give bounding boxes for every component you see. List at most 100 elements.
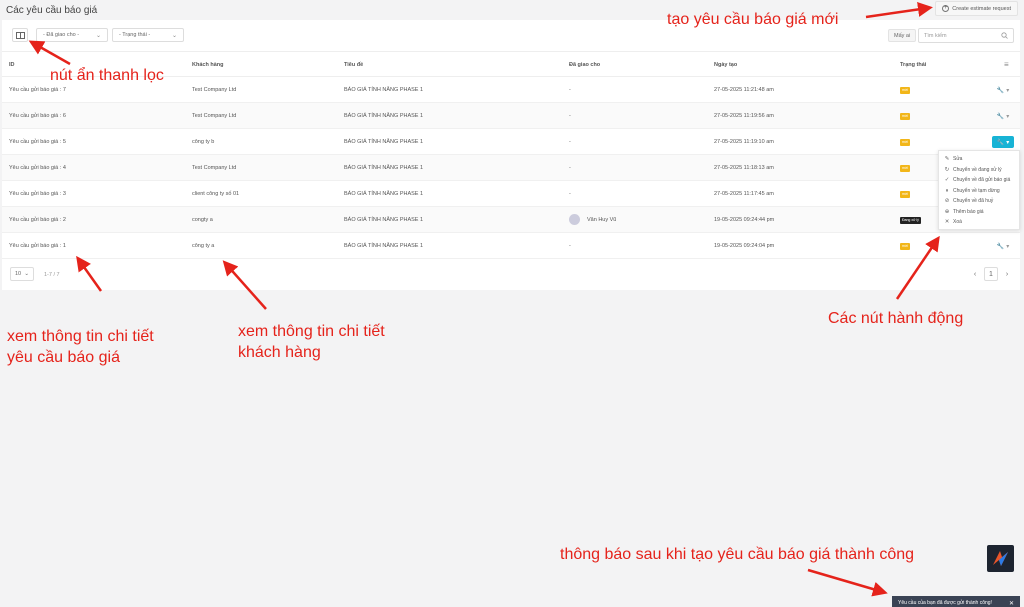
create-estimate-label: Create estimate request (952, 5, 1011, 12)
wrench-icon: 🔧 (996, 87, 1005, 94)
status-filter-value: - Trạng thái - (119, 32, 151, 38)
check-circle-icon: ✓ (944, 177, 950, 184)
client-link[interactable]: công ty b (192, 139, 214, 145)
request-id-link[interactable]: Yêu cầu gửi báo giá : 3 (9, 191, 66, 197)
assigned-to: - (569, 243, 571, 249)
avatar (569, 214, 580, 225)
refresh-icon: ↻ (944, 166, 950, 173)
request-id-link[interactable]: Yêu cầu gửi báo giá : 6 (9, 113, 66, 119)
caret-down-icon: ▾ (1006, 243, 1010, 250)
col-id[interactable]: ID (9, 62, 15, 68)
cancel-circle-icon: ⊘ (944, 198, 950, 205)
search-placeholder: Tìm kiếm (924, 32, 947, 39)
menu-item-add-estimate[interactable]: ⊕ Thêm báo giá (939, 207, 1019, 218)
request-id-link[interactable]: Yêu cầu gửi báo giá : 7 (9, 87, 66, 93)
wrench-icon: 🔧 (996, 139, 1005, 146)
col-title[interactable]: Tiêu đề (344, 62, 363, 68)
menu-item-delete[interactable]: ✕ Xoá (939, 217, 1019, 228)
col-client[interactable]: Khách hàng (192, 62, 223, 68)
menu-item-processing[interactable]: ↻ Chuyển về đang xử lý (939, 165, 1019, 176)
chevron-down-icon: ⌄ (24, 271, 29, 277)
client-link[interactable]: Test Company Ltd (192, 87, 236, 93)
edit-icon: ✎ (944, 156, 950, 163)
chevron-right-icon: › (1005, 270, 1009, 278)
menu-item-edit[interactable]: ✎ Sửa (939, 154, 1019, 165)
caret-down-icon: ▾ (1006, 113, 1010, 120)
menu-item-label: Thêm báo giá (953, 208, 984, 215)
request-title: BÁO GIÁ TÍNH NĂNG PHASE 1 (344, 87, 424, 93)
row-action-button[interactable]: 🔧 ▾ (992, 110, 1014, 122)
menu-item-sent[interactable]: ✓ Chuyển về đã gửi báo giá (939, 175, 1019, 186)
assigned-to[interactable]: Văn Huy Vũ (587, 217, 616, 223)
menu-item-label: Sửa (953, 156, 963, 163)
assignee-filter-dropdown[interactable]: - Đã giao cho - ⌄ (36, 28, 108, 42)
status-badge: mới (900, 191, 910, 198)
assigned-to: - (569, 113, 571, 119)
status-badge: Đang xử lý (900, 217, 921, 224)
mine-button[interactable]: Mấy ai (888, 29, 917, 42)
menu-item-paused[interactable]: ⏸ Chuyển về tạm dừng (939, 186, 1019, 197)
client-link[interactable]: công ty a (192, 243, 214, 249)
menu-icon[interactable]: ≡ (1004, 60, 1009, 69)
assignee-filter-value: - Đã giao cho - (43, 32, 80, 38)
annotation-filter-toggle: nút ẩn thanh lọc (50, 67, 164, 84)
page-number: 1 (989, 270, 993, 278)
row-action-button[interactable]: 🔧 ▾ (992, 84, 1014, 96)
created-date: 27-05-2025 11:18:13 am (714, 165, 774, 171)
request-title: BÁO GIÁ TÍNH NĂNG PHASE 1 (344, 165, 424, 171)
app-logo (987, 545, 1014, 572)
arrow-create (865, 2, 933, 19)
page-number-button[interactable]: 1 (984, 267, 998, 281)
next-page-button[interactable]: › (1000, 267, 1014, 281)
plus-circle-icon: + (942, 5, 950, 12)
columns-icon (16, 32, 25, 39)
search-input[interactable]: Tìm kiếm (918, 28, 1014, 43)
close-icon: ✕ (944, 219, 950, 226)
status-filter-dropdown[interactable]: - Trạng thái - ⌄ (112, 28, 184, 42)
col-status[interactable]: Trạng thái (900, 62, 926, 68)
page-title: Các yêu cầu báo giá (6, 5, 98, 16)
filter-bar: - Đã giao cho - ⌄ - Trạng thái - ⌄ Mấy a… (2, 20, 1020, 52)
annotation-create: tạo yêu cầu báo giá mới (667, 11, 839, 28)
prev-page-button[interactable]: ‹ (968, 267, 982, 281)
request-id-link[interactable]: Yêu cầu gửi báo giá : 5 (9, 139, 66, 145)
row-action-menu: ✎ Sửa ↻ Chuyển về đang xử lý ✓ Chuyển về đã… (938, 150, 1020, 230)
estimate-requests-panel: - Đã giao cho - ⌄ - Trạng thái - ⌄ Mấy a… (2, 20, 1020, 290)
page-size-value: 10 (15, 271, 22, 277)
table-row: Yêu cầu gửi báo giá : 6 Test Company Ltd… (2, 103, 1020, 129)
request-title: BÁO GIÁ TÍNH NĂNG PHASE 1 (344, 139, 424, 145)
menu-item-cancelled[interactable]: ⊘ Chuyển về đã huỷ (939, 196, 1019, 207)
request-id-link[interactable]: Yêu cầu gửi báo giá : 1 (9, 243, 66, 249)
request-id-link[interactable]: Yêu cầu gửi báo giá : 2 (9, 217, 66, 223)
filter-toggle-button[interactable] (12, 28, 28, 42)
col-assigned[interactable]: Đã giao cho (569, 62, 600, 68)
arrow-toast (807, 568, 888, 597)
client-link[interactable]: client công ty số 01 (192, 191, 239, 197)
row-action-button[interactable]: 🔧 ▾ (992, 240, 1014, 252)
table-row: Yêu cầu gửi báo giá : 2 congty a BÁO GIÁ… (2, 207, 1020, 233)
request-id-link[interactable]: Yêu cầu gửi báo giá : 4 (9, 165, 66, 171)
pagination-bar: 10 ⌄ 1-7 / 7 ‹ 1 › (2, 260, 1020, 290)
pagination-info: 1-7 / 7 (44, 272, 60, 278)
client-link[interactable]: Test Company Ltd (192, 165, 236, 171)
assigned-to: - (569, 165, 571, 171)
status-badge: mới (900, 87, 910, 94)
chevron-left-icon: ‹ (973, 270, 977, 278)
menu-item-label: Chuyển về đang xử lý (953, 166, 1002, 173)
status-badge: mới (900, 165, 910, 172)
page-size-select[interactable]: 10 ⌄ (10, 267, 34, 281)
created-date: 27-05-2025 11:21:48 am (714, 87, 774, 93)
close-icon[interactable]: ✕ (1009, 600, 1014, 607)
row-action-button-active[interactable]: 🔧 ▾ (992, 136, 1014, 148)
chevron-down-icon: ⌄ (171, 32, 177, 39)
client-link[interactable]: Test Company Ltd (192, 113, 236, 119)
create-estimate-button[interactable]: + Create estimate request (935, 1, 1018, 16)
add-circle-icon: ⊕ (944, 208, 950, 215)
assigned-to: - (569, 87, 571, 93)
request-title: BÁO GIÁ TÍNH NĂNG PHASE 1 (344, 243, 424, 249)
menu-item-label: Chuyển về đã gửi báo giá (953, 177, 1011, 184)
table-row: Yêu cầu gửi báo giá : 3 client công ty s… (2, 181, 1020, 207)
created-date: 27-05-2025 11:19:56 am (714, 113, 774, 119)
col-created[interactable]: Ngày tạo (714, 62, 737, 68)
client-link[interactable]: congty a (192, 217, 213, 223)
